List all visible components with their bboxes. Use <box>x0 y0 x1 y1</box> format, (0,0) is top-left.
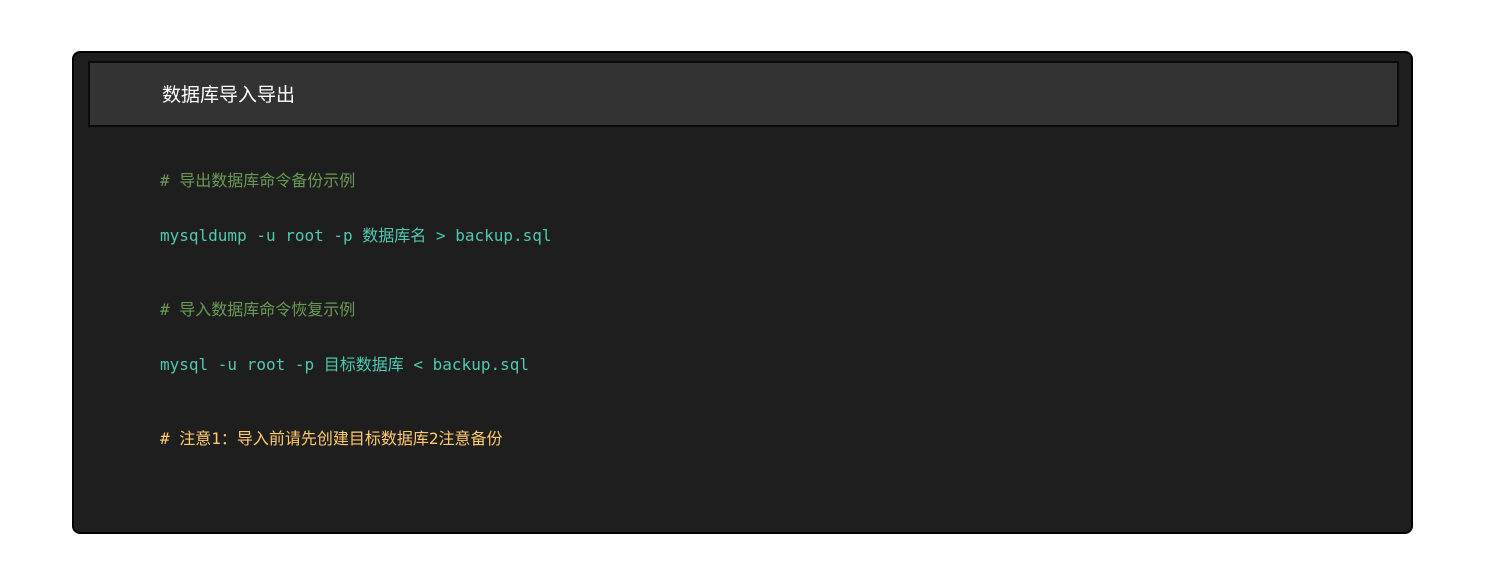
code-command-mysql: mysql -u root -p 目标数据库 < backup.sql <box>160 355 529 374</box>
code-panel: 数据库导入导出 # 导出数据库命令备份示例 mysqldump -u root … <box>72 51 1413 534</box>
code-comment-import: # 导入数据库命令恢复示例 <box>160 300 356 319</box>
code-command-mysqldump: mysqldump -u root -p 数据库名 > backup.sql <box>160 226 552 245</box>
code-body: # 导出数据库命令备份示例 mysqldump -u root -p 数据库名 … <box>160 53 1411 532</box>
code-comment-note: # 注意1：导入前请先创建目标数据库2注意备份 <box>160 429 503 448</box>
code-comment-export: # 导出数据库命令备份示例 <box>160 171 356 190</box>
